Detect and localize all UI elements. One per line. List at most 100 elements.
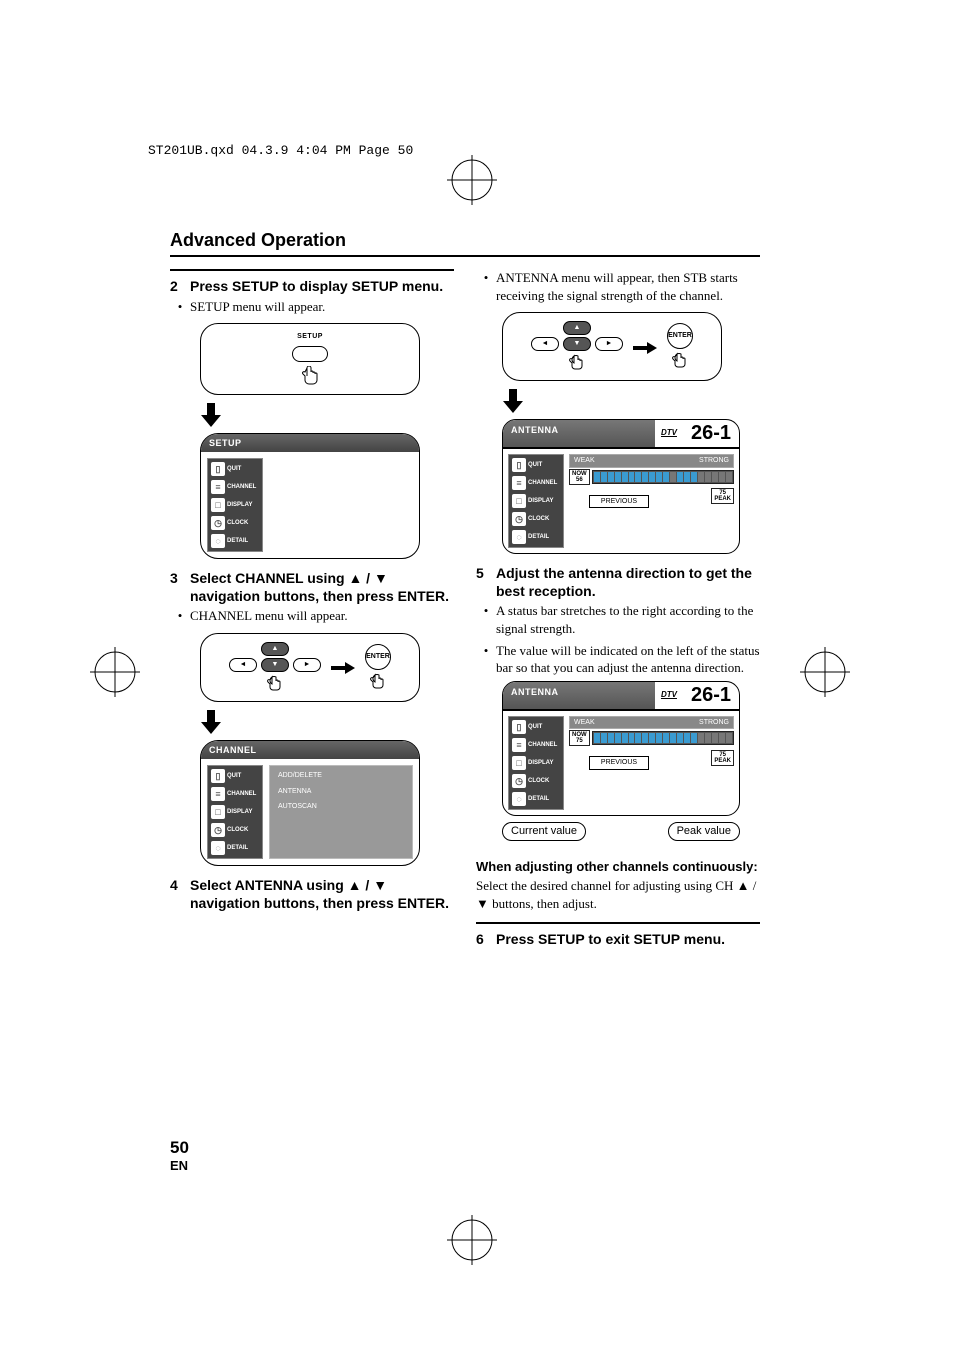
page-lang: EN <box>170 1158 189 1173</box>
down-triangle-icon: ▼ <box>374 570 388 586</box>
previous-button: PREVIOUS <box>589 756 649 769</box>
sidebar-display: □DISPLAY <box>512 756 560 770</box>
antenna-osd-2: ANTENNA DTV 26-1 ▯QUIT ≡CHANNEL □DISPLAY… <box>502 681 740 816</box>
sidebar-display: □DISPLAY <box>211 498 259 512</box>
dpad-left-button: ◄ <box>229 658 257 672</box>
divider <box>170 255 760 257</box>
sidebar-quit: ▯QUIT <box>512 720 560 734</box>
bullet-text: ANTENNA menu will appear, then STB start… <box>496 269 760 304</box>
clock-icon: ◷ <box>512 774 526 788</box>
sub-text: Select the desired channel for adjusting… <box>476 877 760 912</box>
antenna-body: ▯QUIT ≡CHANNEL □DISPLAY ◷CLOCK ◌DETAIL W… <box>503 711 739 815</box>
sidebar-display: □DISPLAY <box>211 805 259 819</box>
detail-icon: ◌ <box>512 792 526 806</box>
sidebar-label: DETAIL <box>227 844 248 852</box>
step-4: 4 Select ANTENNA using ▲ / ▼ navigation … <box>170 876 454 912</box>
signal-bar-row: NOW 56 <box>569 469 734 485</box>
step-5-bullet-1: • A status bar stretches to the right ac… <box>476 602 760 637</box>
weak-label: WEAK <box>574 456 595 465</box>
down-arrow-icon <box>502 389 722 415</box>
down-arrow-container <box>200 710 420 736</box>
bullet-text: SETUP menu will appear. <box>190 298 454 316</box>
display-icon: □ <box>512 756 526 770</box>
sidebar-label: DETAIL <box>528 795 549 803</box>
sidebar-detail: ◌DETAIL <box>211 841 259 855</box>
registration-mark-left <box>90 647 140 697</box>
sidebar-display: □DISPLAY <box>512 494 560 508</box>
antenna-osd-1: ANTENNA DTV 26-1 ▯QUIT ≡CHANNEL □DISPLAY… <box>502 419 740 554</box>
step-6: 6 Press SETUP to exit SETUP menu. <box>476 930 760 949</box>
dpad-figure: ▲ ◄ ▼ ► <box>200 633 420 702</box>
channel-icon: ≡ <box>512 738 526 752</box>
antenna-tab: ANTENNA <box>503 682 655 709</box>
sidebar-quit: ▯QUIT <box>512 458 560 472</box>
registration-mark-right <box>800 647 850 697</box>
bullet-text: CHANNEL menu will appear. <box>190 607 454 625</box>
bullet-text: The value will be indicated on the left … <box>496 642 760 677</box>
strong-label: STRONG <box>699 456 729 465</box>
osd-body: ▯QUIT ≡CHANNEL □DISPLAY ◷CLOCK ◌DETAIL <box>201 452 419 558</box>
dtv-badge: DTV <box>655 420 683 447</box>
sidebar-label: DISPLAY <box>227 501 252 509</box>
osd-sidebar: ▯QUIT ≡CHANNEL □DISPLAY ◷CLOCK ◌DETAIL <box>207 765 263 859</box>
step-text: Adjust the antenna direction to get the … <box>496 564 760 600</box>
step-2: 2 Press SETUP to display SETUP menu. <box>170 277 454 296</box>
peak-chip: 75 PEAK <box>711 488 734 504</box>
sidebar-quit: ▯QUIT <box>211 769 259 783</box>
previous-button: PREVIOUS <box>589 495 649 508</box>
clock-icon: ◷ <box>211 516 225 530</box>
callout-current: Current value <box>502 822 586 841</box>
hand-pointer-icon <box>370 673 386 693</box>
right-arrow-icon <box>331 662 355 674</box>
step-number: 5 <box>476 564 496 600</box>
osd-sidebar: ▯QUIT ≡CHANNEL □DISPLAY ◷CLOCK ◌DETAIL <box>508 454 564 548</box>
hand-pointer-icon <box>301 366 319 388</box>
down-triangle-icon: ▼ <box>373 877 387 893</box>
sidebar-detail: ◌DETAIL <box>211 534 259 548</box>
display-icon: □ <box>512 494 526 508</box>
sidebar-label: DETAIL <box>528 533 549 541</box>
door-icon: ▯ <box>211 462 225 476</box>
right-arrow-icon <box>633 342 657 354</box>
dpad-block: ▲ ◄ ▼ ► <box>531 321 623 374</box>
dpad-up-button: ▲ <box>261 642 289 656</box>
down-arrow-icon <box>200 403 420 429</box>
section-title: Advanced Operation <box>170 230 760 251</box>
setup-osd: SETUP ▯QUIT ≡CHANNEL □DISPLAY ◷CLOCK ◌DE… <box>200 433 420 559</box>
sidebar-label: CHANNEL <box>528 741 557 749</box>
osd-sidebar: ▯QUIT ≡CHANNEL □DISPLAY ◷CLOCK ◌DETAIL <box>207 458 263 552</box>
step-2-bullet: • SETUP menu will appear. <box>170 298 454 316</box>
step-number: 2 <box>170 277 190 296</box>
down-triangle-icon: ▼ <box>476 896 489 911</box>
sub-heading: When adjusting other channels continuous… <box>476 859 760 876</box>
sidebar-label: DETAIL <box>227 537 248 545</box>
channel-number: 26-1 <box>683 420 739 447</box>
sidebar-label: QUIT <box>227 465 241 473</box>
text-post: navigation buttons, then press ENTER. <box>190 588 449 604</box>
sidebar-channel: ≡CHANNEL <box>211 480 259 494</box>
sidebar-label: CHANNEL <box>528 479 557 487</box>
step-3: 3 Select CHANNEL using ▲ / ▼ navigation … <box>170 569 454 605</box>
signal-bar-row: NOW 75 <box>569 730 734 746</box>
dpad-left-button: ◄ <box>531 337 559 351</box>
hand-pointer-icon <box>267 675 283 695</box>
sidebar-label: QUIT <box>528 461 542 469</box>
sidebar-label: CLOCK <box>227 826 248 834</box>
callout-row: Current value Peak value <box>502 822 740 841</box>
door-icon: ▯ <box>512 720 526 734</box>
sidebar-clock: ◷CLOCK <box>512 774 560 788</box>
hand-pointer-icon <box>672 352 688 372</box>
text-pre: Select the desired channel for adjusting… <box>476 878 737 893</box>
sidebar-detail: ◌DETAIL <box>512 792 560 806</box>
sidebar-clock: ◷CLOCK <box>211 823 259 837</box>
step-text: Press SETUP to display SETUP menu. <box>190 277 443 296</box>
right-column: • ANTENNA menu will appear, then STB sta… <box>476 269 760 951</box>
door-icon: ▯ <box>211 769 225 783</box>
sub-divider <box>170 269 454 271</box>
registration-mark-bottom <box>447 1215 497 1265</box>
callout-peak: Peak value <box>668 822 740 841</box>
peak-label: PEAK <box>714 496 731 502</box>
channel-osd: CHANNEL ▯QUIT ≡CHANNEL □DISPLAY ◷CLOCK ◌… <box>200 740 420 866</box>
setup-button-figure: SETUP <box>200 323 420 394</box>
dpad-right-button: ► <box>293 658 321 672</box>
